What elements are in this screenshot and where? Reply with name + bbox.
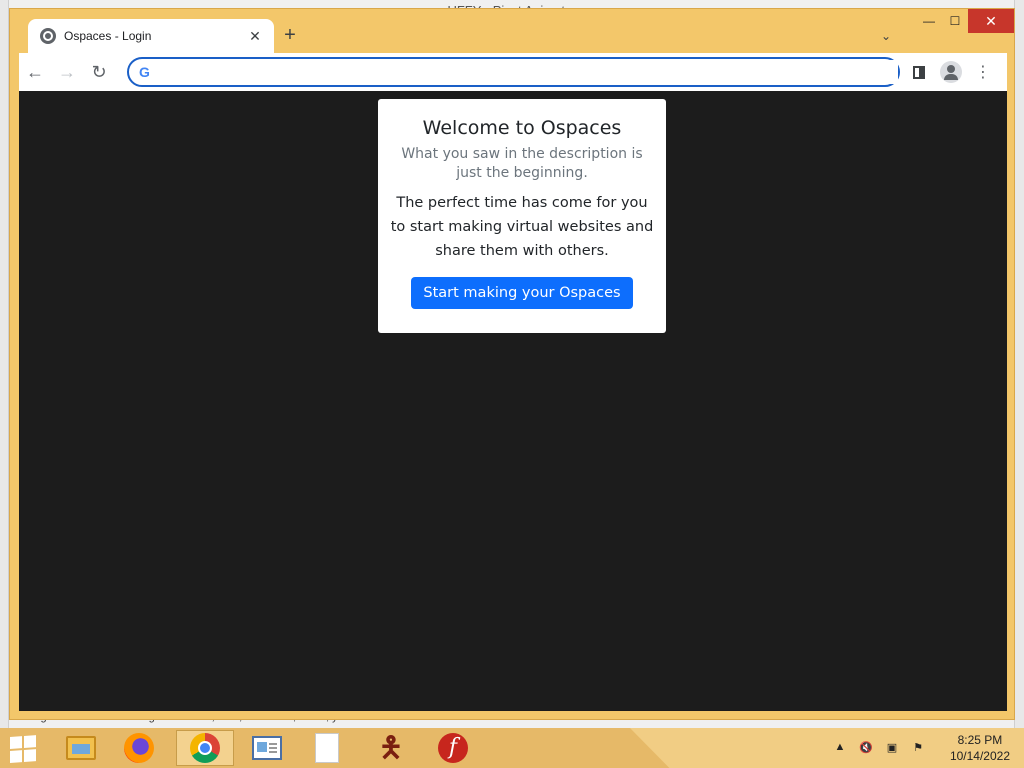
document-icon xyxy=(315,733,339,763)
page-description: The perfect time has come for you to sta… xyxy=(390,195,654,259)
start-button[interactable] xyxy=(10,735,38,763)
network-icon[interactable]: ▣ xyxy=(884,740,900,754)
welcome-card: Welcome to Ospaces What you saw in the d… xyxy=(378,99,666,333)
new-tab-button[interactable]: + xyxy=(278,23,302,47)
windows-logo-pane xyxy=(24,735,36,748)
taskbar-flash[interactable]: f xyxy=(424,730,482,766)
globe-icon xyxy=(40,28,56,44)
page-title: Welcome to Ospaces xyxy=(422,117,622,139)
address-bar[interactable]: G xyxy=(127,57,900,87)
taskbar-pivot-animator[interactable]: 🯅 xyxy=(362,730,420,766)
window-controls: — ☐ ✕ xyxy=(916,9,1014,33)
clock-date: 10/14/2022 xyxy=(949,749,1010,763)
tab-search-chevron-icon[interactable]: ⌄ xyxy=(874,25,898,47)
profile-icon xyxy=(940,61,962,83)
windows-logo-pane xyxy=(10,736,22,749)
flash-icon: f xyxy=(438,733,468,763)
start-making-ospaces-button[interactable]: Start making your Ospaces xyxy=(411,277,633,309)
tab-title: Ospaces - Login xyxy=(64,29,152,43)
volume-muted-icon[interactable]: 🔇 xyxy=(858,740,874,754)
taskbar-clock[interactable]: 8:25 PM 10/14/2022 xyxy=(950,732,1010,764)
browser-window: — ☐ ✕ Ospaces - Login ✕ + ⌄ ← → ↻ G ⋮ We… xyxy=(9,8,1015,720)
taskbar-notepad[interactable] xyxy=(298,730,356,766)
taskbar-firefox[interactable] xyxy=(110,730,168,766)
background-app-right-edge xyxy=(1014,0,1024,728)
minimize-button[interactable]: — xyxy=(916,9,942,33)
background-app-left-edge xyxy=(0,0,9,728)
profile-button[interactable] xyxy=(935,57,967,87)
address-input[interactable] xyxy=(155,60,898,84)
windows-logo-pane xyxy=(10,750,22,763)
close-window-button[interactable]: ✕ xyxy=(968,9,1014,33)
menu-button[interactable]: ⋮ xyxy=(967,57,999,87)
taskbar-window-app[interactable] xyxy=(238,730,296,766)
action-center-flag-icon[interactable]: ⚑ xyxy=(910,740,926,754)
browser-toolbar: ← → ↻ G ⋮ xyxy=(19,53,1007,91)
side-panel-icon xyxy=(913,65,925,79)
side-panel-button[interactable] xyxy=(903,57,935,87)
show-hidden-icons-icon[interactable]: ▲ xyxy=(832,740,848,754)
taskbar-file-explorer[interactable] xyxy=(52,730,110,766)
close-tab-icon[interactable]: ✕ xyxy=(246,28,264,45)
maximize-button[interactable]: ☐ xyxy=(942,9,968,33)
page-viewport: Welcome to Ospaces What you saw in the d… xyxy=(19,91,1007,711)
forward-button[interactable]: → xyxy=(51,56,83,88)
page-subtitle: What you saw in the description is just … xyxy=(401,146,643,181)
back-button[interactable]: ← xyxy=(19,56,51,88)
chrome-icon xyxy=(190,733,220,763)
firefox-icon xyxy=(124,733,154,763)
taskbar: 🯅 f ▲ 🔇 ▣ ⚑ 8:25 PM 10/14/2022 xyxy=(0,728,1024,768)
stick-figure-icon: 🯅 xyxy=(378,732,404,763)
system-tray: ▲ 🔇 ▣ ⚑ xyxy=(832,740,926,754)
reload-button[interactable]: ↻ xyxy=(83,56,115,88)
folder-icon xyxy=(66,736,96,760)
window-app-icon xyxy=(252,736,282,760)
clock-time: 8:25 PM xyxy=(957,733,1003,747)
taskbar-chrome[interactable] xyxy=(176,730,234,766)
google-icon: G xyxy=(139,64,150,80)
tab-ospaces-login[interactable]: Ospaces - Login ✕ xyxy=(28,19,274,53)
toolbar-right-actions: ⋮ xyxy=(903,57,999,87)
windows-logo-pane xyxy=(24,749,36,762)
